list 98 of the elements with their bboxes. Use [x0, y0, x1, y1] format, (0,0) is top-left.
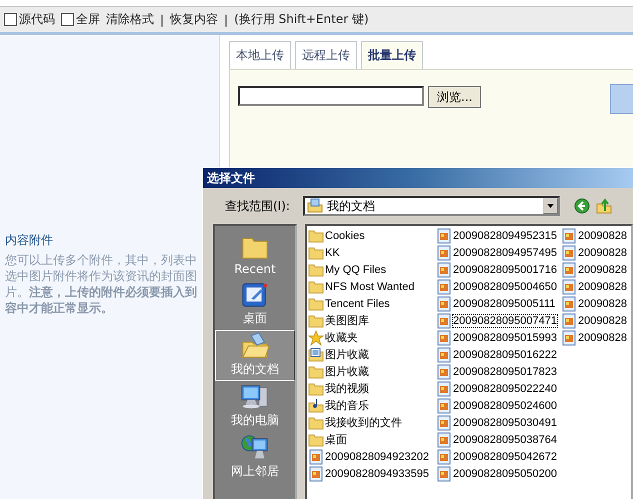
image-file-icon [436, 278, 452, 294]
image-file-icon [561, 262, 577, 278]
file-item[interactable]: Tencent Files [308, 295, 436, 312]
browse-button[interactable]: 浏览... [428, 86, 482, 108]
file-item[interactable]: 图片收藏 [308, 346, 436, 363]
hint-text: (换行用 Shift+Enter 键) [234, 11, 369, 28]
upload-tab[interactable]: 批量上传 [361, 41, 423, 69]
image-file-icon [561, 296, 577, 312]
file-item[interactable]: 20090828 [561, 329, 631, 346]
file-item[interactable]: 20090828 [561, 261, 631, 278]
image-file-icon [436, 466, 452, 482]
look-in-label: 查找范围(I): [225, 198, 291, 214]
image-file-icon [436, 296, 452, 312]
file-item[interactable]: Cookies [308, 227, 436, 244]
file-item[interactable]: My QQ Files [308, 261, 436, 278]
back-icon[interactable] [574, 198, 590, 214]
image-file-icon [436, 398, 452, 414]
folder-icon [308, 262, 324, 278]
image-file-icon [561, 330, 577, 346]
checkbox[interactable] [61, 13, 74, 26]
folder-icon [308, 432, 324, 448]
image-file-icon [308, 448, 324, 464]
file-item[interactable]: 20090828095050200 [436, 465, 561, 482]
upload-tab[interactable]: 本地上传 [229, 41, 291, 69]
image-file-icon [436, 364, 452, 380]
separator-text: | [160, 12, 164, 26]
folder-icon [308, 312, 324, 328]
file-item[interactable]: 20090828095024600 [436, 397, 561, 414]
file-item[interactable]: 20090828094923202 [308, 448, 436, 465]
places-item[interactable]: 桌面 [215, 279, 295, 330]
star-icon [308, 330, 324, 346]
image-file-icon [561, 244, 577, 260]
folder-icon [308, 278, 324, 294]
look-in-dropdown[interactable]: 我的文档 [303, 196, 560, 216]
file-item[interactable]: 20090828095022240 [436, 380, 561, 397]
file-path-field[interactable] [238, 86, 424, 106]
folder-icon [308, 244, 324, 260]
file-item[interactable]: KK [308, 244, 436, 261]
file-item[interactable]: 20090828095004650 [436, 278, 561, 295]
file-item[interactable]: 美图图库 [308, 312, 436, 329]
file-item[interactable]: 我接收到的文件 [308, 414, 436, 431]
checkbox-label: 全屏 [76, 11, 100, 28]
image-file-icon [436, 244, 452, 260]
image-file-icon [436, 432, 452, 448]
toolbar-link[interactable]: 清除格式 [106, 11, 154, 28]
music-folder-icon [308, 398, 324, 414]
file-item[interactable]: NFS Most Wanted [308, 278, 436, 295]
file-item[interactable]: 桌面 [308, 431, 436, 448]
dialog-title: 选择文件 [203, 168, 633, 188]
file-item[interactable]: 20090828095017823 [436, 363, 561, 380]
toolbar-link[interactable]: 恢复内容 [170, 11, 218, 28]
checkbox[interactable] [4, 13, 17, 26]
file-item[interactable]: 20090828094933595 [308, 465, 436, 482]
section-title: 内容附件 [5, 232, 54, 249]
file-item[interactable]: 20090828094957495 [436, 244, 561, 261]
image-file-icon [436, 414, 452, 430]
pictures-folder-icon [308, 346, 324, 362]
file-item[interactable]: 20090828095030491 [436, 414, 561, 431]
file-item[interactable]: 20090828 [561, 227, 631, 244]
file-item[interactable]: 20090828 [561, 278, 631, 295]
image-file-icon [436, 448, 452, 464]
image-file-icon [308, 466, 324, 482]
file-item[interactable]: 20090828095015993 [436, 329, 561, 346]
file-item[interactable]: 20090828 [561, 244, 631, 261]
image-file-icon [436, 380, 452, 396]
documents-icon [307, 198, 323, 214]
file-item[interactable]: 20090828094952315 [436, 227, 561, 244]
file-item[interactable]: 20090828095005111 [436, 295, 561, 312]
file-item[interactable]: 图片收藏 [308, 363, 436, 380]
image-file-icon [561, 228, 577, 244]
image-file-icon [436, 312, 452, 328]
file-item[interactable]: 20090828095016222 [436, 346, 561, 363]
places-item[interactable]: 网上邻居 [215, 432, 295, 483]
file-item[interactable]: 20090828 [561, 295, 631, 312]
image-file-icon [436, 330, 452, 346]
image-file-icon [436, 262, 452, 278]
image-file-icon [436, 346, 452, 362]
file-item[interactable]: 我的音乐 [308, 397, 436, 414]
checkbox-label: 源代码 [19, 11, 55, 28]
places-item[interactable]: 我的电脑 [215, 381, 295, 432]
places-item[interactable]: Recent [215, 228, 295, 279]
upload-tab[interactable]: 远程上传 [295, 41, 357, 69]
file-item[interactable]: 20090828095038764 [436, 431, 561, 448]
description-text: 您可以上传多个附件，其中，列表中 选中图片附件将作为该资讯的封面图 片。注意，上传的附件必须要插入到 容中才能正常显示。 [5, 252, 198, 316]
image-file-icon [561, 312, 577, 328]
file-item[interactable]: 20090828095042672 [436, 448, 561, 465]
file-item[interactable]: 20090828095001716 [436, 261, 561, 278]
file-item[interactable]: 我的视频 [308, 380, 436, 397]
folder-icon [308, 364, 324, 380]
file-item[interactable]: 收藏夹 [308, 329, 436, 346]
file-item[interactable]: 20090828 [561, 312, 631, 329]
image-file-icon [561, 278, 577, 294]
folder-icon [308, 296, 324, 312]
separator-text: | [224, 12, 228, 26]
folder-icon [308, 228, 324, 244]
image-file-icon [436, 228, 452, 244]
folder-icon [308, 380, 324, 396]
folder-icon [308, 414, 324, 430]
